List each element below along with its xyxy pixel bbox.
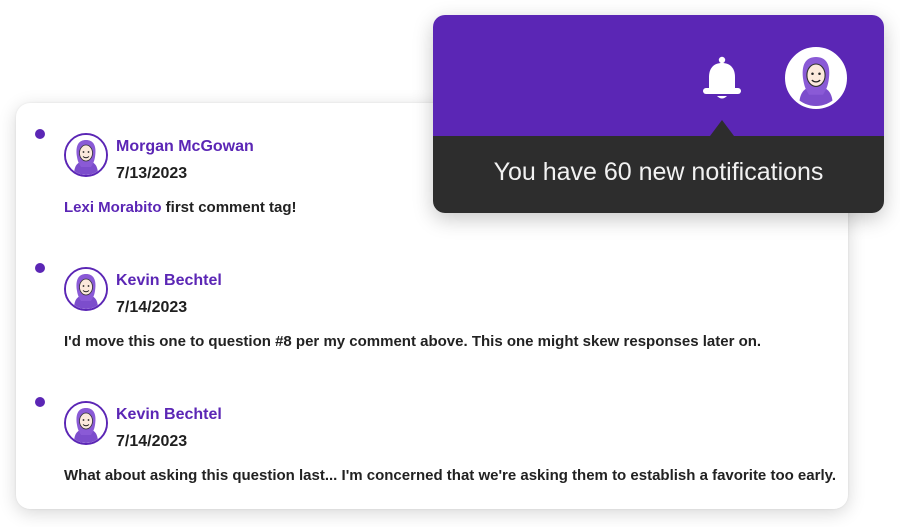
comment-body: What about asking this question last... … <box>64 467 836 484</box>
comment-author[interactable]: Morgan McGowan <box>116 138 254 156</box>
comment-body: I'd move this one to question #8 per my … <box>64 333 761 350</box>
comment-item[interactable]: Kevin Bechtel 7/14/2023 What about askin… <box>16 371 848 484</box>
comment-author[interactable]: Kevin Bechtel <box>116 406 222 424</box>
author-avatar[interactable] <box>64 401 108 445</box>
user-mention[interactable]: Lexi Morabito <box>64 199 162 216</box>
unread-indicator <box>35 397 45 407</box>
user-avatar[interactable] <box>785 47 847 109</box>
author-avatar[interactable] <box>64 267 108 311</box>
comment-body: Lexi Morabito first comment tag! <box>64 199 297 216</box>
avatar-illustration <box>66 403 106 443</box>
bell-icon[interactable] <box>700 55 744 101</box>
tooltip-arrow <box>710 120 734 136</box>
avatar-illustration <box>66 269 106 309</box>
notification-count-message: You have 60 new notifications <box>493 158 824 186</box>
comment-text: I'd move this one to question #8 per my … <box>64 333 762 350</box>
avatar-illustration <box>788 50 844 106</box>
stage: Morgan McGowan 7/13/2023 Lexi Morabito f… <box>0 0 900 527</box>
comment-text: What about asking this question last... … <box>64 467 837 484</box>
unread-indicator <box>35 263 45 273</box>
avatar-illustration <box>66 135 106 175</box>
notification-panel: You have 60 new notifications <box>433 15 884 213</box>
comment-author[interactable]: Kevin Bechtel <box>116 272 222 290</box>
comment-date: 7/14/2023 <box>116 299 188 316</box>
author-avatar[interactable] <box>64 133 108 177</box>
bell-glyph <box>703 56 741 99</box>
unread-indicator <box>35 129 45 139</box>
comment-text: first comment tag! <box>161 199 297 216</box>
comment-date: 7/14/2023 <box>116 433 188 450</box>
comment-date: 7/13/2023 <box>116 165 188 182</box>
comment-item[interactable]: Kevin Bechtel 7/14/2023 I'd move this on… <box>16 237 848 350</box>
